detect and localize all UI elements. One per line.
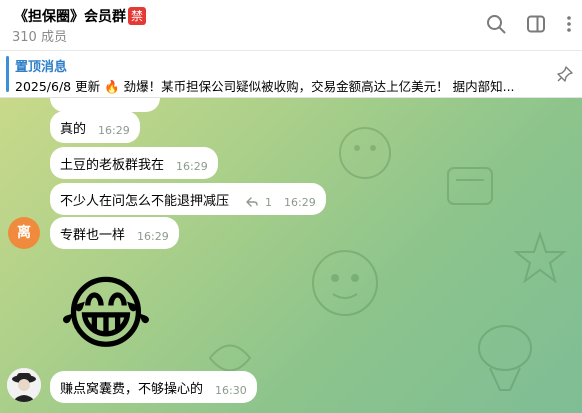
chat-title[interactable]: 《担保圈》会员群 bbox=[14, 6, 126, 26]
reply-icon bbox=[246, 197, 258, 207]
search-icon[interactable] bbox=[485, 13, 507, 35]
message-time: 16:30 bbox=[215, 383, 247, 397]
doodle-icon bbox=[339, 127, 391, 179]
message-text: 专群也一样 bbox=[60, 227, 126, 243]
message-bubble[interactable]: 不少人在问怎么不能退押减压 1 16:29 bbox=[50, 183, 326, 215]
message-text: 真的 bbox=[60, 121, 87, 137]
doodle-icon bbox=[447, 167, 493, 205]
message-bubble[interactable]: 赚点窝囊费，不够操心的 16:30 bbox=[50, 371, 257, 403]
doodle-icon bbox=[478, 325, 532, 391]
sticker[interactable]: 😂 bbox=[58, 266, 154, 362]
more-vertical-icon[interactable] bbox=[558, 13, 580, 35]
message-bubble[interactable]: 土豆的老板群我在 16:29 bbox=[50, 147, 218, 179]
ban-badge: 禁 bbox=[128, 7, 146, 25]
message-text: 不少人在问怎么不能退押减压 bbox=[60, 193, 230, 209]
reply-count[interactable]: 1 bbox=[245, 196, 272, 209]
avatar[interactable] bbox=[7, 368, 41, 402]
avatar[interactable]: 离 bbox=[8, 217, 40, 249]
pinned-message[interactable]: 置顶消息 2025/6/8 更新 🔥 劲爆！某币担保公司疑似被收购，交易金额高达… bbox=[0, 51, 582, 98]
pinned-text: 2025/6/8 更新 🔥 劲爆！某币担保公司疑似被收购，交易金额高达上亿美元！… bbox=[15, 79, 515, 94]
message-time: 16:29 bbox=[176, 159, 208, 173]
avatar-image-icon bbox=[7, 368, 41, 402]
message-time: 16:29 bbox=[284, 195, 316, 209]
message-time: 16:29 bbox=[98, 123, 130, 137]
unpin-icon[interactable] bbox=[556, 65, 574, 83]
message-bubble-partial[interactable] bbox=[50, 98, 160, 112]
member-count[interactable]: 310 成员 bbox=[12, 26, 67, 45]
chat-header: 《担保圈》会员群 禁 310 成员 bbox=[0, 0, 582, 51]
message-text: 赚点窝囊费，不够操心的 bbox=[60, 381, 204, 397]
message-text: 土豆的老板群我在 bbox=[60, 157, 165, 173]
message-bubble[interactable]: 专群也一样 16:29 bbox=[50, 217, 179, 249]
message-bubble[interactable]: 真的 16:29 bbox=[50, 111, 140, 143]
pinned-title: 置顶消息 bbox=[15, 60, 68, 75]
doodle-icon bbox=[312, 250, 378, 316]
reply-count-value: 1 bbox=[265, 195, 273, 209]
message-time: 16:29 bbox=[137, 229, 169, 243]
pinned-accent-bar bbox=[6, 56, 9, 92]
chat-area[interactable]: 真的 16:29 土豆的老板群我在 16:29 不少人在问怎么不能退押减压 1 … bbox=[0, 98, 582, 413]
doodle-icon bbox=[513, 230, 567, 284]
chat-title-row[interactable]: 《担保圈》会员群 禁 bbox=[14, 6, 146, 26]
sidebar-toggle-icon[interactable] bbox=[525, 13, 547, 35]
